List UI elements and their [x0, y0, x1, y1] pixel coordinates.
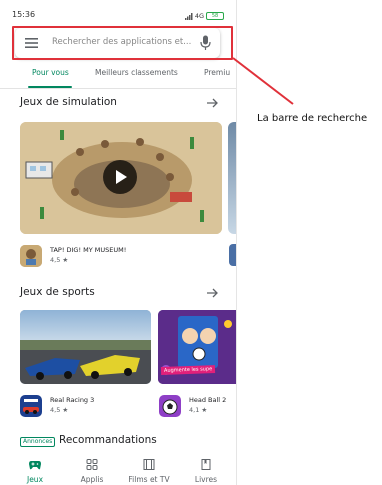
gamepad-icon: [29, 461, 41, 470]
network-type: 4G: [194, 12, 204, 20]
nav-label: Livres: [194, 475, 218, 484]
app-rating: 4,1 ★: [189, 406, 208, 414]
app-icon-tap-dig: [20, 245, 42, 267]
nav-label: Applis: [80, 475, 104, 484]
nav-label: Films et TV: [128, 475, 170, 484]
app-rating: 4,5 ★: [50, 406, 69, 414]
status-time: 15:36: [12, 10, 36, 19]
phone-edge-divider: [236, 0, 237, 485]
apps-grid-icon: [86, 459, 98, 470]
play-button[interactable]: [103, 160, 137, 194]
battery-level: 58: [211, 13, 219, 19]
app-icon-real-racing: [20, 395, 42, 417]
section-title-recommendations: Recommandations: [59, 434, 157, 446]
arrow-right-icon[interactable]: [207, 98, 219, 108]
app-rating: 4,5 ★: [50, 256, 69, 264]
bottom-navigation: Jeux Applis Films et TV Livres: [0, 455, 236, 485]
book-icon: [201, 459, 211, 470]
section-title-simulation: Jeux de simulation: [20, 96, 117, 108]
nav-item-applis[interactable]: Applis: [63, 455, 121, 485]
next-card-peek[interactable]: [228, 122, 236, 234]
ads-badge: Annonces: [20, 437, 56, 447]
tab-meilleurs-classements[interactable]: Meilleurs classements: [95, 68, 178, 77]
phone-screen: 15:36 4G 58 Rechercher des applications …: [0, 0, 236, 485]
section-title-sports: Jeux de sports: [20, 286, 95, 298]
racing-artwork: [20, 310, 151, 384]
nav-item-livres[interactable]: Livres: [177, 455, 235, 485]
annotation-label: La barre de recherche: [257, 113, 368, 124]
signal-icon: [184, 12, 193, 20]
arrow-right-icon[interactable]: [207, 288, 219, 298]
tab-premium[interactable]: Premiu: [204, 68, 230, 77]
tab-pour-vous[interactable]: Pour vous: [32, 68, 69, 77]
app-name: Head Ball 2: [189, 396, 227, 404]
app-name: Real Racing 3: [50, 396, 95, 404]
status-bar: 15:36 4G 58: [0, 10, 236, 24]
active-tab-indicator: [28, 86, 72, 88]
film-icon: [143, 459, 155, 470]
next-app-icon-peek[interactable]: [229, 244, 236, 266]
app-name: TAP! DIG! MY MUSEUM!: [50, 246, 127, 254]
nav-item-jeux[interactable]: Jeux: [6, 455, 64, 485]
status-indicators: 4G 58: [184, 10, 224, 22]
video-card-head-ball[interactable]: Augmente les supe: [158, 310, 236, 384]
tab-bar: Pour vous Meilleurs classements Premiu: [0, 62, 236, 89]
app-icon-head-ball: [159, 395, 181, 417]
nav-item-films-tv[interactable]: Films et TV: [120, 455, 178, 485]
nav-label: Jeux: [26, 475, 44, 484]
video-card-racing[interactable]: [20, 310, 151, 384]
search-highlight-box: [12, 26, 233, 60]
battery-icon: 58: [206, 12, 224, 20]
play-icon: [116, 170, 127, 184]
